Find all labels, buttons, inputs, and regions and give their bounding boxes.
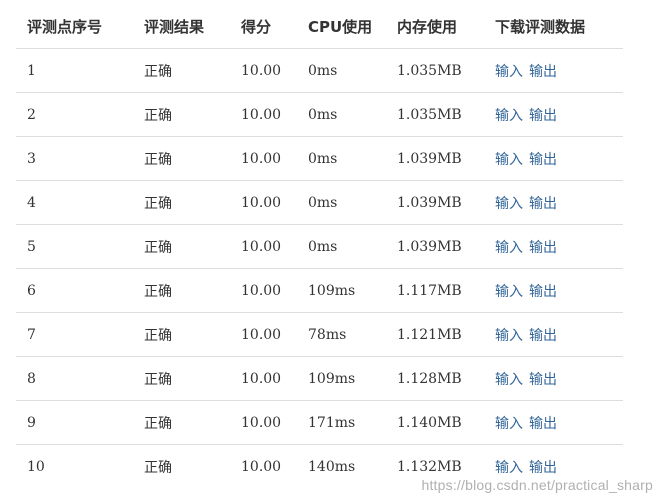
score-cell: 10.00 (230, 312, 297, 357)
table-row: 3 正确 10.00 0ms 1.039MB 输入 输出 (16, 136, 623, 181)
cpu-usage-cell: 140ms (297, 444, 386, 488)
cpu-usage-cell: 0ms (297, 48, 386, 93)
score-cell: 10.00 (230, 48, 297, 93)
cpu-usage-cell: 0ms (297, 136, 386, 181)
download-input-link[interactable]: 输入 (495, 284, 523, 300)
memory-usage-cell: 1.035MB (386, 92, 484, 137)
download-output-link[interactable]: 输出 (529, 64, 557, 80)
table-row: 1 正确 10.00 0ms 1.035MB 输入 输出 (16, 48, 623, 93)
score-cell: 10.00 (230, 268, 297, 313)
cpu-usage-cell: 171ms (297, 400, 386, 445)
result-cell: 正确 (133, 356, 230, 401)
download-cell: 输入 输出 (484, 400, 623, 445)
result-cell: 正确 (133, 400, 230, 445)
memory-usage-cell: 1.039MB (386, 136, 484, 181)
header-result: 评测结果 (133, 4, 230, 49)
cpu-usage-cell: 0ms (297, 180, 386, 225)
table-row: 5 正确 10.00 0ms 1.039MB 输入 输出 (16, 224, 623, 269)
download-input-link[interactable]: 输入 (495, 460, 523, 476)
download-cell: 输入 输出 (484, 92, 623, 137)
table-row: 9 正确 10.00 171ms 1.140MB 输入 输出 (16, 400, 623, 445)
header-test-index: 评测点序号 (16, 4, 133, 49)
download-input-link[interactable]: 输入 (495, 196, 523, 212)
result-cell: 正确 (133, 444, 230, 488)
test-index-cell: 9 (16, 400, 133, 445)
download-input-link[interactable]: 输入 (495, 372, 523, 388)
cpu-usage-cell: 109ms (297, 356, 386, 401)
download-output-link[interactable]: 输出 (529, 152, 557, 168)
table-row: 4 正确 10.00 0ms 1.039MB 输入 输出 (16, 180, 623, 225)
download-input-link[interactable]: 输入 (495, 240, 523, 256)
header-score: 得分 (230, 4, 297, 49)
table-row: 6 正确 10.00 109ms 1.117MB 输入 输出 (16, 268, 623, 313)
test-index-cell: 10 (16, 444, 133, 488)
download-cell: 输入 输出 (484, 48, 623, 93)
memory-usage-cell: 1.039MB (386, 224, 484, 269)
result-cell: 正确 (133, 180, 230, 225)
result-cell: 正确 (133, 48, 230, 93)
judge-results-table: 评测点序号 评测结果 得分 CPU使用 内存使用 下载评测数据 1 正确 10.00… (16, 4, 623, 488)
download-input-link[interactable]: 输入 (495, 152, 523, 168)
download-cell: 输入 输出 (484, 180, 623, 225)
cpu-usage-cell: 78ms (297, 312, 386, 357)
score-cell: 10.00 (230, 400, 297, 445)
memory-usage-cell: 1.140MB (386, 400, 484, 445)
cpu-usage-cell: 0ms (297, 92, 386, 137)
result-cell: 正确 (133, 312, 230, 357)
score-cell: 10.00 (230, 92, 297, 137)
memory-usage-cell: 1.117MB (386, 268, 484, 313)
result-cell: 正确 (133, 92, 230, 137)
download-cell: 输入 输出 (484, 224, 623, 269)
score-cell: 10.00 (230, 444, 297, 488)
test-index-cell: 1 (16, 48, 133, 93)
watermark-text: https://blog.csdn.net/practical_sharp (421, 477, 653, 493)
result-cell: 正确 (133, 268, 230, 313)
test-index-cell: 4 (16, 180, 133, 225)
cpu-usage-cell: 109ms (297, 268, 386, 313)
header-memory-usage: 内存使用 (386, 4, 484, 49)
cpu-usage-cell: 0ms (297, 224, 386, 269)
header-row: 评测点序号 评测结果 得分 CPU使用 内存使用 下载评测数据 (16, 4, 623, 49)
download-input-link[interactable]: 输入 (495, 64, 523, 80)
download-output-link[interactable]: 输出 (529, 240, 557, 256)
download-output-link[interactable]: 输出 (529, 284, 557, 300)
download-cell: 输入 输出 (484, 136, 623, 181)
score-cell: 10.00 (230, 224, 297, 269)
download-cell: 输入 输出 (484, 356, 623, 401)
download-input-link[interactable]: 输入 (495, 108, 523, 124)
download-cell: 输入 输出 (484, 312, 623, 357)
download-output-link[interactable]: 输出 (529, 372, 557, 388)
score-cell: 10.00 (230, 136, 297, 181)
table-row: 2 正确 10.00 0ms 1.035MB 输入 输出 (16, 92, 623, 137)
download-output-link[interactable]: 输出 (529, 416, 557, 432)
memory-usage-cell: 1.128MB (386, 356, 484, 401)
download-output-link[interactable]: 输出 (529, 108, 557, 124)
test-index-cell: 5 (16, 224, 133, 269)
download-output-link[interactable]: 输出 (529, 328, 557, 344)
table-row: 7 正确 10.00 78ms 1.121MB 输入 输出 (16, 312, 623, 357)
result-cell: 正确 (133, 224, 230, 269)
test-index-cell: 8 (16, 356, 133, 401)
download-input-link[interactable]: 输入 (495, 416, 523, 432)
header-download-data: 下载评测数据 (484, 4, 623, 49)
memory-usage-cell: 1.121MB (386, 312, 484, 357)
test-index-cell: 7 (16, 312, 133, 357)
test-index-cell: 3 (16, 136, 133, 181)
score-cell: 10.00 (230, 356, 297, 401)
test-index-cell: 6 (16, 268, 133, 313)
download-cell: 输入 输出 (484, 268, 623, 313)
table-body: 1 正确 10.00 0ms 1.035MB 输入 输出 2 正确 10.00 0ms 1.035MB… (16, 48, 623, 488)
table-header: 评测点序号 评测结果 得分 CPU使用 内存使用 下载评测数据 (16, 4, 623, 49)
header-cpu-usage: CPU使用 (297, 4, 386, 49)
memory-usage-cell: 1.035MB (386, 48, 484, 93)
download-output-link[interactable]: 输出 (529, 460, 557, 476)
table-row: 8 正确 10.00 109ms 1.128MB 输入 输出 (16, 356, 623, 401)
score-cell: 10.00 (230, 180, 297, 225)
memory-usage-cell: 1.039MB (386, 180, 484, 225)
download-output-link[interactable]: 输出 (529, 196, 557, 212)
download-input-link[interactable]: 输入 (495, 328, 523, 344)
test-index-cell: 2 (16, 92, 133, 137)
result-cell: 正确 (133, 136, 230, 181)
